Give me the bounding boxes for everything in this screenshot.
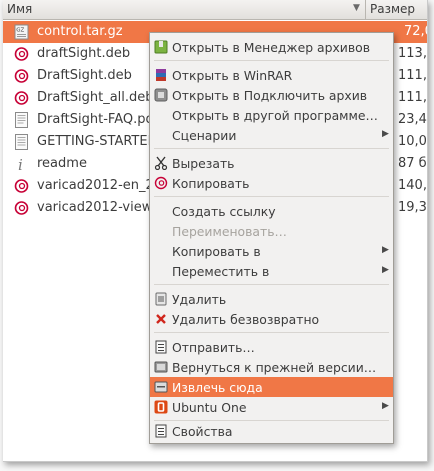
menu-item-open-other-program[interactable]: Открыть в другой программе…: [150, 105, 393, 125]
debian-package-icon: [14, 201, 29, 215]
menu-separator: [154, 148, 389, 149]
file-size: 72,0: [404, 24, 427, 39]
properties-icon: [155, 424, 167, 438]
debian-package-icon: [14, 91, 29, 105]
column-size-header[interactable]: Размер: [370, 2, 415, 16]
mount-archive-icon: [154, 88, 168, 102]
menu-item-label: Ubuntu One: [172, 400, 247, 415]
file-name: readme: [37, 156, 87, 171]
menu-item-revert-version[interactable]: Вернуться к прежней версии…: [150, 357, 393, 377]
pdf-document-icon: [15, 112, 28, 128]
menu-item-label: Переименовать…: [172, 224, 287, 239]
menu-item-cut[interactable]: Вырезать: [150, 153, 393, 173]
menu-item-delete[interactable]: Удалить: [150, 289, 393, 309]
menu-item-label: Переместить в: [172, 264, 270, 279]
debian-package-icon: [14, 47, 29, 61]
menu-separator: [154, 196, 389, 197]
archive-icon: GZ: [14, 24, 29, 40]
menu-item-move-to[interactable]: Переместить в ▶: [150, 261, 393, 281]
screenshot-frame: Имя ▼ Размер GZ control.tar.gz 72,0 draf…: [0, 0, 434, 471]
file-size: 140,9: [398, 178, 427, 193]
file-name: varicad2012-view-e: [37, 200, 166, 215]
archive-manager-icon: [154, 40, 168, 54]
menu-item-label: Копировать в: [172, 244, 261, 259]
menu-item-label: Создать ссылку: [172, 204, 276, 219]
file-name: control.tar.gz: [37, 24, 123, 39]
menu-item-label: Удалить безвозвратно: [172, 312, 320, 327]
file-name: DraftSight-FAQ.pdf: [37, 112, 159, 127]
sort-down-icon[interactable]: ▼: [353, 3, 360, 13]
menu-separator: [154, 332, 389, 333]
submenu-arrow-icon: ▶: [382, 245, 389, 255]
debian-package-icon: [14, 69, 29, 83]
menu-item-send[interactable]: Отправить…: [150, 337, 393, 357]
menu-item-scripts[interactable]: Сценарии ▶: [150, 125, 393, 145]
svg-text:GZ: GZ: [16, 28, 24, 34]
revert-version-icon: [154, 361, 168, 373]
file-size: 111,8: [398, 90, 427, 105]
menu-item-rename: Переименовать…: [150, 221, 393, 241]
debian-package-icon: [14, 179, 29, 193]
menu-item-label: Удалить: [172, 292, 227, 307]
send-document-icon: [155, 340, 167, 354]
menu-item-label: Свойства: [172, 424, 233, 439]
menu-item-copy[interactable]: Копировать: [150, 173, 393, 193]
file-name: DraftSight.deb: [37, 68, 132, 83]
file-name: varicad2012-en_2.0: [37, 178, 167, 193]
menu-item-label: Открыть в другой программе…: [172, 108, 378, 123]
menu-item-label: Сценарии: [172, 128, 237, 143]
context-menu: Открыть в Менеджер архивов Открыть в Win…: [149, 32, 394, 444]
menu-item-create-link[interactable]: Создать ссылку: [150, 201, 393, 221]
copy-icon: [154, 176, 168, 190]
menu-item-label: Открыть в Менеджер архивов: [172, 40, 371, 55]
file-size: 87 б: [398, 156, 427, 171]
file-name: GETTING-STARTED-: [37, 134, 163, 149]
menu-item-label: Отправить…: [172, 340, 255, 355]
menu-item-extract-here[interactable]: Извлечь сюда: [150, 377, 393, 397]
menu-item-label: Вырезать: [172, 156, 235, 171]
menu-item-label: Открыть в WinRAR: [172, 68, 293, 83]
red-x-icon: [156, 314, 166, 324]
file-name: draftSight.deb: [37, 46, 131, 61]
text-document-icon: [15, 134, 28, 150]
submenu-arrow-icon: ▶: [382, 265, 389, 275]
menu-item-label: Открыть в Подключить архив: [172, 88, 368, 103]
trash-icon: [155, 292, 167, 306]
menu-item-copy-to[interactable]: Копировать в ▶: [150, 241, 393, 261]
submenu-arrow-icon: ▶: [382, 129, 389, 139]
menu-separator: [154, 60, 389, 61]
menu-item-open-mount-archive[interactable]: Открыть в Подключить архив: [150, 85, 393, 105]
menu-item-label: Копировать: [172, 176, 250, 191]
scissors-icon: [154, 156, 168, 170]
file-name: DraftSight_all.deb: [37, 90, 154, 105]
list-header: Имя ▼ Размер: [3, 0, 427, 20]
menu-item-delete-permanently[interactable]: Удалить безвозвратно: [150, 309, 393, 329]
extract-archive-icon: [154, 381, 168, 393]
column-name-header[interactable]: Имя: [7, 2, 32, 16]
winrar-icon: [156, 69, 166, 81]
file-size: 23,4: [398, 112, 427, 127]
submenu-arrow-icon: ▶: [382, 401, 389, 411]
info-document-icon: i: [18, 156, 23, 172]
menu-item-open-winrar[interactable]: Открыть в WinRAR: [150, 65, 393, 85]
file-size: 19,3: [398, 200, 427, 215]
svg-text:i: i: [18, 156, 23, 172]
menu-item-ubuntu-one[interactable]: Ubuntu One ▶: [150, 397, 393, 417]
menu-item-open-archive-manager[interactable]: Открыть в Менеджер архивов: [150, 37, 393, 57]
menu-item-label: Извлечь сюда: [172, 380, 263, 395]
menu-item-properties[interactable]: Свойства: [150, 421, 393, 441]
file-size: 113,2: [398, 46, 427, 61]
menu-separator: [154, 284, 389, 285]
menu-item-label: Вернуться к прежней версии…: [172, 360, 377, 375]
ubuntu-one-icon: [154, 400, 168, 414]
column-separator[interactable]: [365, 0, 366, 19]
file-size: 10,0: [398, 134, 427, 149]
file-manager-window: Имя ▼ Размер GZ control.tar.gz 72,0 draf…: [3, 0, 428, 462]
file-size: 111,8: [398, 68, 427, 83]
